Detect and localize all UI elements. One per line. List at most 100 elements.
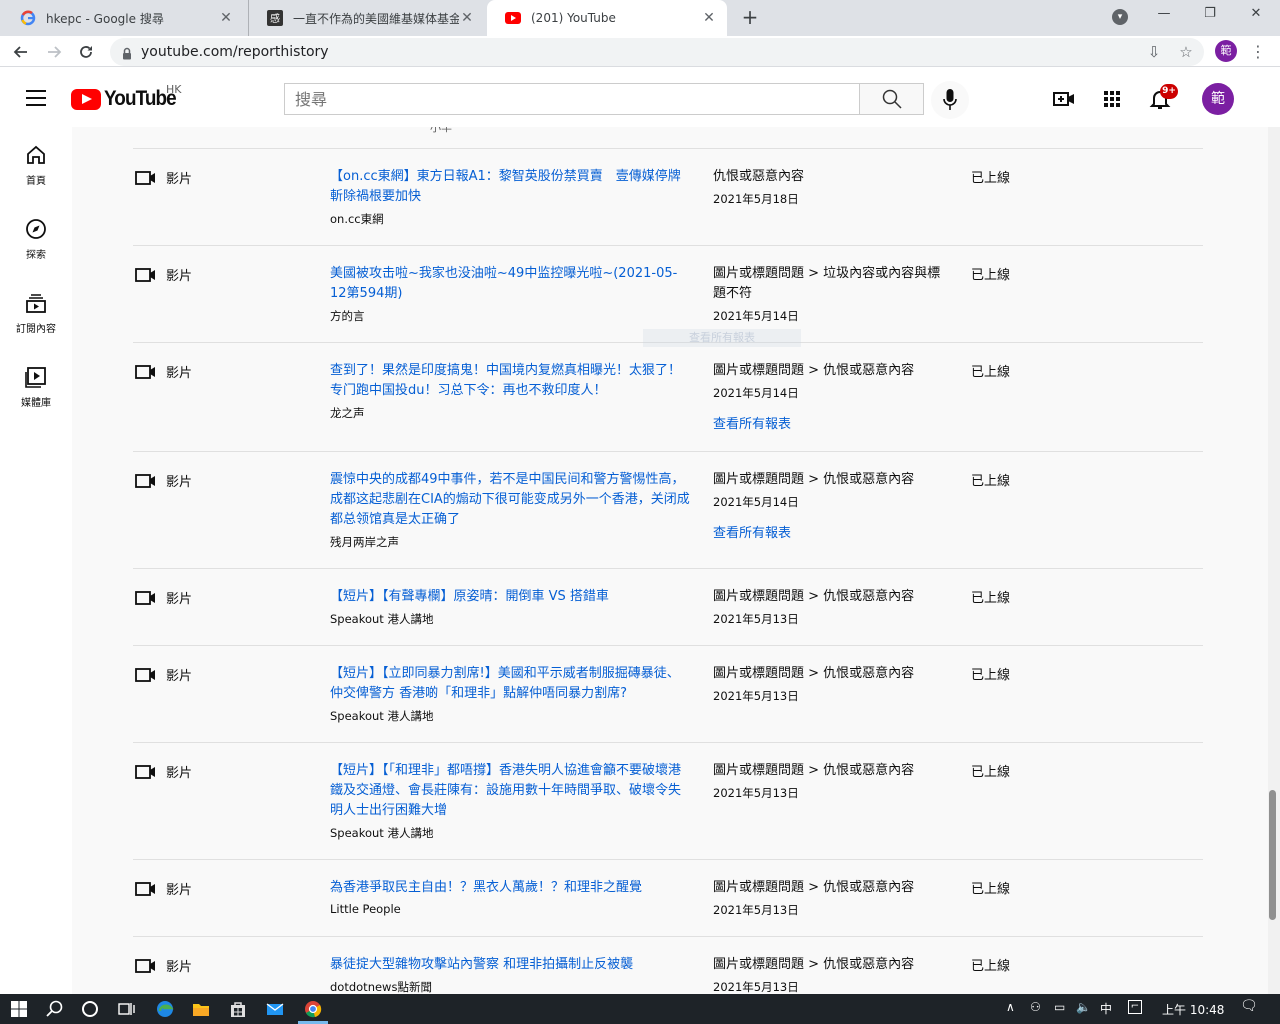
type-label: 影片 [166,475,193,490]
chrome-icon[interactable] [303,999,323,1019]
report-reason: 圖片或標題問題 > 仇恨或惡意內容 [713,957,915,972]
file-explorer-icon[interactable] [191,999,211,1019]
create-video-icon[interactable] [1052,87,1076,111]
status-badge: 已上線 [971,365,1011,380]
edge-icon[interactable] [155,999,175,1019]
subscriptions-icon [26,294,46,313]
task-view-icon[interactable] [116,999,136,1019]
forward-arrow-icon[interactable] [42,40,66,64]
search-icon[interactable] [45,999,65,1019]
report-reason: 圖片或標題問題 > 仇恨或惡意內容 [713,666,915,681]
avatar[interactable]: 範 [1202,83,1234,115]
restore-button[interactable]: ❐ [1187,0,1233,30]
svg-text:感: 感 [270,12,280,25]
table-row: 影片 暴徒掟大型雜物攻擊站內警察 和理非拍攝制止反被襲 dotdotnews點新… [133,936,1203,995]
view-all-reports-link[interactable]: 查看所有報表 [713,413,953,432]
status-badge: 已上線 [971,882,1011,897]
people-icon[interactable]: ⚇ [1030,1000,1041,1014]
ime-icon[interactable]: ⌐ [1128,1000,1142,1014]
video-title-link[interactable]: 【on.cc東網】東方日報A1：黎智英股份禁買賣 壹傳媒停牌 斬除禍根要加快 [330,167,694,207]
tab-search-icon[interactable]: ▾ [1112,9,1128,25]
close-window-button[interactable]: ✕ [1233,0,1279,30]
report-date: 2021年5月14日 [713,386,799,400]
tab-youtube[interactable]: (201) YouTube ✕ [487,0,727,36]
hkepc-icon: 感 [267,10,283,26]
reload-icon[interactable] [74,40,98,64]
system-clock[interactable]: 上午 10:48 [1162,1001,1224,1018]
ime-mode-indicator[interactable]: 中 [1100,1000,1112,1017]
type-cell: 影片 [135,956,192,975]
channel-name: 方的言 [330,309,365,323]
title-cell: 美國被攻击啦~我家也没油啦~49中监控曝光啦~(2021-05-12第594期)… [330,264,692,324]
minimize-button[interactable]: — [1141,0,1187,30]
video-title-link[interactable]: 查到了！果然是印度搞鬼！中国境内复燃真相曝光！太狠了！专门跑中国投du！习总下令… [330,361,692,401]
report-history-content: 小羊 影片 【on.cc東網】東方日報A1：黎智英股份禁買賣 壹傳媒停牌 斬除禍… [72,127,1268,995]
title-cell: 暴徒掟大型雜物攻擊站內警察 和理非拍攝制止反被襲 dotdotnews點新聞 [330,955,692,995]
home-icon [27,145,45,164]
back-arrow-icon[interactable] [9,40,33,64]
status-badge: 已上線 [971,765,1011,780]
guide-item-home[interactable]: 首頁 [0,143,72,217]
hamburger-menu-icon[interactable] [26,90,46,106]
apps-grid-icon[interactable] [1100,87,1124,111]
table-row: 影片 美國被攻击啦~我家也没油啦~49中监控曝光啦~(2021-05-12第59… [133,245,1203,342]
tab-title: 一直不作為的美國維基媒体基金會 [293,11,459,26]
search-button[interactable] [859,83,924,115]
bookmark-star-icon[interactable]: ☆ [1176,42,1196,62]
video-title-link[interactable]: 為香港爭取民主自由！？黑衣人萬歲！？和理非之醒覺 [330,878,692,898]
guide-item-explore[interactable]: 探索 [0,217,72,291]
type-label: 影片 [166,669,193,684]
close-icon[interactable]: ✕ [459,10,475,26]
close-icon[interactable]: ✕ [218,10,234,26]
video-camera-icon [135,590,155,605]
guide-item-subscriptions[interactable]: 訂閱內容 [0,291,72,365]
windows-start-icon[interactable] [9,999,29,1019]
youtube-icon [505,10,521,26]
reason-cell: 圖片或標題問題 > 仇恨或惡意內容 2021年5月13日 [713,878,953,918]
video-title-link[interactable]: 【短片】【「和理非」都唔撐】香港失明人協進會籲不要破壞港鐵及交通燈、會長莊陳有：… [330,761,692,821]
video-title-link[interactable]: 震惊中央的成都49中事件，若不是中国民间和警方警惕性高，成都这起悲剧在CIA的煽… [330,470,692,530]
mail-icon[interactable] [265,999,285,1019]
channel-name: Speakout 港人講地 [330,826,434,840]
action-center-icon[interactable]: 🗨 [1240,998,1258,1014]
cortana-icon[interactable] [80,999,100,1019]
tab-hkepc-article[interactable]: 感 一直不作為的美國維基媒体基金會 ✕ [248,0,485,36]
browser-tab-strip: hkepc - Google 搜尋 ✕ 感 一直不作為的美國維基媒体基金會 ✕ … [0,0,1280,36]
video-camera-icon [135,170,155,185]
show-hidden-icons-icon[interactable]: ∧ [1006,1000,1015,1014]
explore-icon [26,219,46,239]
video-title-link[interactable]: 【短片】【有聲專欄】原姿晴：開倒車 VS 搭錯車 [330,587,692,607]
video-title-link[interactable]: 暴徒掟大型雜物攻擊站內警察 和理非拍攝制止反被襲 [330,955,692,975]
voice-search-button[interactable] [931,81,969,119]
video-title-link[interactable]: 美國被攻击啦~我家也没油啦~49中监控曝光啦~(2021-05-12第594期) [330,264,692,304]
type-cell: 影片 [135,879,192,898]
video-title-link[interactable]: 【短片】【立即同暴力割席!】美國和平示威者制服掘磚暴徒、仲交俾警方 香港啲「和理… [330,664,692,704]
volume-icon[interactable]: 🔈 [1076,1000,1091,1014]
new-tab-button[interactable]: + [738,6,762,30]
report-date: 2021年5月13日 [713,980,799,994]
status-badge: 已上線 [971,668,1011,683]
title-cell: 【on.cc東網】東方日報A1：黎智英股份禁買賣 壹傳媒停牌 斬除禍根要加快 o… [330,167,694,227]
scrollbar-thumb[interactable] [1269,790,1276,920]
video-camera-icon [135,473,155,488]
install-app-icon[interactable]: ⇩ [1144,42,1164,62]
tab-title: (201) YouTube [531,11,616,25]
tab-google-search[interactable]: hkepc - Google 搜尋 ✕ [2,0,244,36]
url-text[interactable]: youtube.com/reporthistory [141,44,329,60]
browser-menu-icon[interactable]: ⋮ [1250,40,1266,64]
video-camera-icon [135,267,155,282]
network-icon[interactable]: ▭ [1054,1000,1065,1014]
lock-icon[interactable] [122,45,132,60]
view-all-reports-link[interactable]: 查看所有報表 [713,522,953,541]
close-icon[interactable]: ✕ [701,10,717,26]
search-input[interactable] [284,83,860,115]
guide-label: 媒體庫 [21,398,51,409]
browser-profile-avatar[interactable]: 範 [1215,40,1237,62]
microphone-icon [943,89,957,110]
title-cell: 查到了！果然是印度搞鬼！中国境内复燃真相曝光！太狠了！专门跑中国投du！习总下令… [330,361,692,421]
type-label: 影片 [166,766,193,781]
type-label: 影片 [166,592,193,607]
address-bar[interactable]: youtube.com/reporthistory ⇩ ☆ [110,38,1204,66]
guide-item-library[interactable]: 媒體庫 [0,365,72,439]
store-icon[interactable] [228,999,248,1019]
